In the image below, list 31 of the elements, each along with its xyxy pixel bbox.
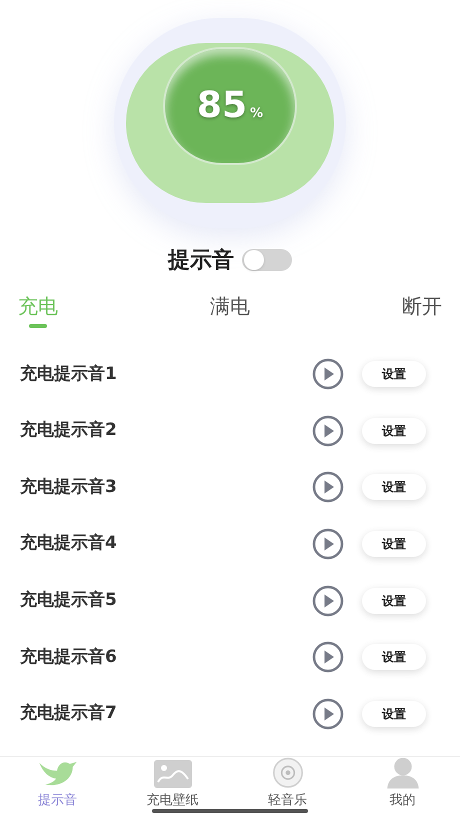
nav-tab[interactable]: 我的: [390, 790, 416, 810]
sound-name: 充电提示音1: [20, 362, 118, 386]
nav-tab[interactable]: 充电壁纸: [146, 790, 198, 810]
settings-button[interactable]: 设置: [362, 644, 426, 670]
settings-button[interactable]: 设置: [362, 700, 426, 727]
play-icon[interactable]: [312, 471, 344, 504]
battery-percentage: 85%: [196, 88, 264, 124]
tab[interactable]: 断开: [402, 292, 442, 320]
play-icon[interactable]: [312, 698, 344, 730]
toggle-label: 提示音: [168, 246, 234, 274]
settings-button[interactable]: 设置: [362, 361, 426, 388]
sound-name: 充电提示音7: [20, 702, 118, 726]
play-icon[interactable]: [312, 641, 344, 674]
sound-name: 充电提示音5: [20, 588, 118, 612]
play-icon[interactable]: [312, 528, 344, 560]
settings-button[interactable]: 设置: [362, 418, 426, 444]
sound-name: 充电提示音4: [20, 532, 118, 556]
tab-indicator: [29, 324, 47, 328]
sound-name: 充电提示音6: [20, 646, 118, 669]
image-icon: [152, 758, 192, 788]
sound-name: 充电提示音3: [20, 476, 118, 499]
sound-toggle[interactable]: [242, 249, 292, 271]
settings-button[interactable]: 设置: [362, 531, 426, 558]
settings-button[interactable]: 设置: [362, 588, 426, 614]
sound-name: 充电提示音2: [20, 419, 118, 442]
play-icon[interactable]: [312, 358, 344, 390]
tab[interactable]: 满电: [210, 292, 250, 320]
settings-button[interactable]: 设置: [362, 474, 426, 500]
nav-tab[interactable]: 轻音乐: [268, 790, 307, 810]
play-icon[interactable]: [312, 584, 344, 617]
play-icon[interactable]: [312, 414, 344, 447]
